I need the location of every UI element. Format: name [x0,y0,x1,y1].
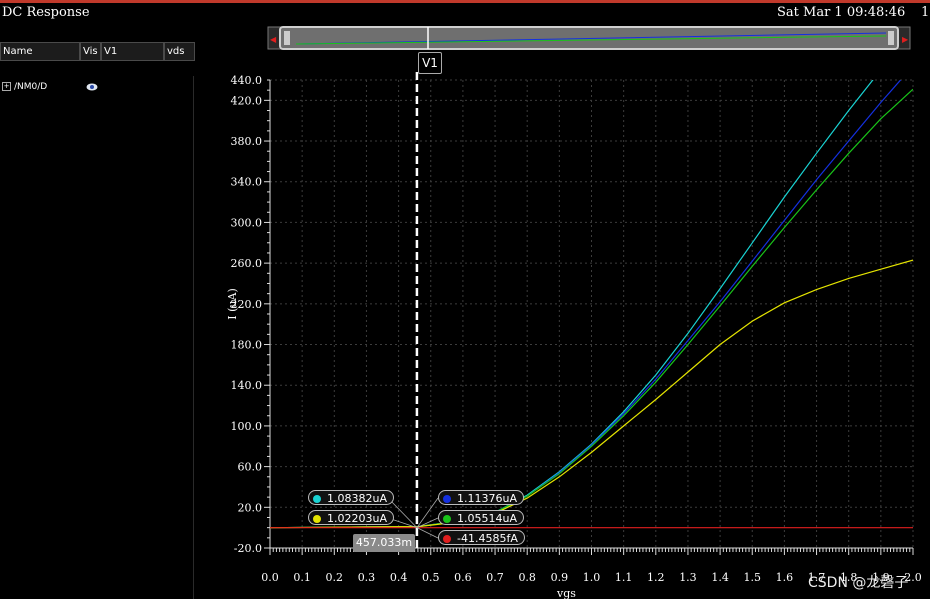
overview-left-handle[interactable] [284,31,290,45]
x-tick-label: 0.8 [518,571,536,584]
x-tick-label: 0.3 [358,571,376,584]
y-tick-label: 340.0 [231,176,263,189]
marker-label[interactable]: 1.08382uA [308,490,394,505]
x-tick-label: 0.9 [551,571,569,584]
marker-leader-line [416,527,439,539]
y-tick-label: 180.0 [231,339,263,352]
y-tick-label: 20.0 [238,501,263,514]
x-tick-label: 1.4 [711,571,729,584]
y-tick-label: 440.0 [231,74,263,87]
marker-dot [443,515,451,523]
x-tick-label: 0.2 [326,571,344,584]
marker-label[interactable]: -41.4585fA [438,530,525,545]
overview-bar[interactable]: ◀ ▶ [267,26,911,50]
marker-value: 1.08382uA [327,492,387,505]
cursor-x-readout: 457.033m [353,534,415,552]
x-tick-label: 1.3 [679,571,697,584]
x-tick-label: 1.1 [615,571,633,584]
x-tick-label: 0.5 [422,571,440,584]
x-tick-label: 0.4 [390,571,408,584]
watermark: CSDN @龙磬子 [808,575,909,591]
y-tick-label: 300.0 [231,216,263,229]
cursor-name-label[interactable]: V1 [418,52,442,74]
marker-label[interactable]: 1.11376uA [438,490,524,505]
y-tick-label: 100.0 [231,420,263,433]
marker-label[interactable]: 1.02203uA [308,510,394,525]
x-tick-label: 1.2 [647,571,665,584]
x-tick-label: 1.0 [583,571,601,584]
x-tick-label: 0.6 [454,571,472,584]
marker-dot [443,535,451,543]
marker-dot [443,495,451,503]
overview-right-handle[interactable] [888,31,894,45]
y-tick-label: 420.0 [231,94,263,107]
marker-dot [313,495,321,503]
overview-left-arrow[interactable]: ◀ [270,35,277,44]
marker-value: 1.11376uA [457,492,517,505]
y-tick-label: 140.0 [231,379,263,392]
y-tick-label: 260.0 [231,257,263,270]
y-tick-label: -20.0 [234,542,262,555]
marker-value: -41.4585fA [457,532,518,545]
x-tick-label: 0.0 [261,571,279,584]
overview-right-arrow[interactable]: ▶ [902,35,909,44]
marker-value: 1.05514uA [457,512,517,525]
marker-dot [313,515,321,523]
x-axis-label: vgs [556,587,576,599]
marker-label[interactable]: 1.05514uA [438,510,524,525]
y-axis-label: I (uA) [226,288,239,319]
y-tick-label: 380.0 [231,135,263,148]
marker-value: 1.02203uA [327,512,387,525]
x-tick-label: 0.7 [486,571,504,584]
x-tick-label: 1.5 [744,571,762,584]
x-tick-label: 1.6 [776,571,794,584]
x-tick-label: 0.1 [293,571,311,584]
y-tick-label: 60.0 [238,461,263,474]
